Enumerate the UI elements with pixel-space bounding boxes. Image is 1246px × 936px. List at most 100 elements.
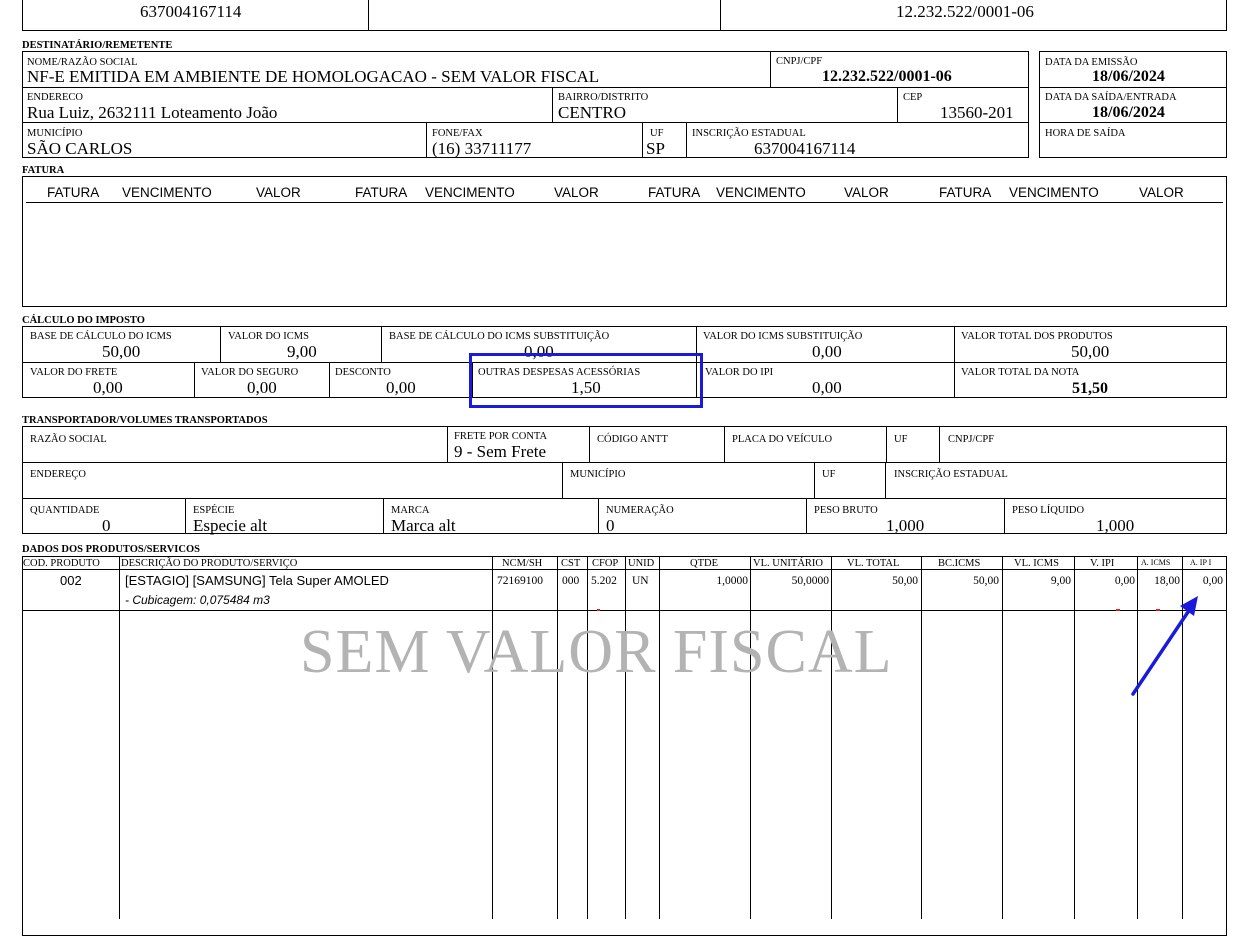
hora-saida-label: HORA DE SAÍDA: [1045, 128, 1126, 139]
cell-unid: UN: [632, 575, 649, 587]
section-fatura: FATURA: [22, 165, 65, 176]
marca-label: MARCA: [391, 505, 430, 516]
fatura-header: VENCIMENTO: [425, 185, 515, 200]
cell-aipi: 0,00: [1202, 575, 1223, 587]
divider: [814, 462, 815, 498]
divider: [724, 426, 725, 462]
col-header-vtotal: VL. TOTAL: [847, 558, 900, 569]
fone-value: (16) 33711177: [432, 139, 532, 158]
fatura-header: VALOR: [554, 185, 599, 200]
especie-label: ESPÉCIE: [193, 505, 235, 516]
divider: [589, 426, 590, 462]
divider: [185, 498, 186, 534]
emissao-value: 18/06/2024: [1092, 68, 1165, 85]
ie-label: INSCRIÇÃO ESTADUAL: [692, 128, 806, 139]
section-destinatario: DESTINATÁRIO/REMETENTE: [22, 40, 173, 51]
col-header-qtde: QTDE: [690, 558, 718, 569]
divider: [26, 202, 1223, 203]
v-prod-value: 50,00: [1071, 342, 1110, 361]
transp-uf2-label: UF: [822, 469, 836, 480]
bairro-value: CENTRO: [558, 103, 626, 122]
v-prod-label: VALOR TOTAL DOS PRODUTOS: [961, 331, 1113, 342]
ie-value: 637004167114: [754, 139, 856, 158]
col-header-unid: UNID: [628, 558, 655, 569]
quantidade-value: 0: [102, 516, 111, 535]
v-st-label: VALOR DO ICMS SUBSTITUIÇÃO: [703, 331, 863, 342]
quantidade-label: QUANTIDADE: [30, 505, 100, 516]
numeracao-value: 0: [606, 516, 615, 535]
divider: [806, 498, 807, 534]
frete-label: VALOR DO FRETE: [30, 367, 118, 378]
peso-liquido-label: PESO LÍQUIDO: [1012, 505, 1085, 516]
top-ie-value: 637004167114: [140, 2, 242, 21]
col-divider: [587, 556, 588, 919]
fatura-header: FATURA: [355, 185, 408, 200]
col-divider: [557, 556, 558, 919]
emissao-label: DATA DA EMISSÃO: [1045, 57, 1138, 68]
frete-value: 0,00: [93, 378, 123, 397]
bairro-label: BAIRRO/DISTRITO: [558, 92, 649, 103]
saida-value: 18/06/2024: [1092, 104, 1165, 121]
divider: [220, 326, 221, 362]
watermark: SEM VALOR FISCAL: [300, 618, 893, 686]
divider: [383, 498, 384, 534]
divider: [1039, 87, 1227, 88]
fatura-header: VENCIMENTO: [716, 185, 806, 200]
saida-label: DATA DA SAÍDA/ENTRADA: [1045, 92, 1177, 103]
bc-icms-value: 50,00: [102, 342, 141, 361]
divider: [770, 51, 771, 87]
municipio-label: MUNICÍPIO: [27, 128, 83, 139]
divider: [1039, 122, 1227, 123]
cell-desc: [ESTAGIO] [SAMSUNG] Tela Super AMOLED: [125, 573, 389, 588]
cep-label: CEP: [903, 92, 923, 103]
cell-bcicms: 50,00: [973, 575, 999, 587]
col-header-vicms: VL. ICMS: [1014, 558, 1059, 569]
col-divider: [625, 556, 626, 919]
desconto-value: 0,00: [386, 378, 416, 397]
transp-endereco-label: ENDEREÇO: [30, 469, 86, 480]
peso-bruto-label: PESO BRUTO: [814, 505, 878, 516]
seguro-value: 0,00: [247, 378, 277, 397]
numeracao-label: NUMERAÇÃO: [606, 505, 674, 516]
fatura-header: FATURA: [939, 185, 992, 200]
divider: [897, 87, 898, 122]
col-divider: [921, 556, 922, 919]
transp-antt-label: CÓDIGO ANTT: [597, 434, 668, 445]
transp-frete-label: FRETE POR CONTA: [454, 431, 548, 442]
highlight-rectangle: [469, 353, 703, 408]
divider: [552, 87, 553, 122]
fone-label: FONE/FAX: [432, 128, 483, 139]
section-transportador: TRANSPORTADOR/VOLUMES TRANSPORTADOS: [22, 415, 268, 426]
bc-icms-label: BASE DE CÁLCULO DO ICMS: [30, 331, 172, 342]
divider: [598, 498, 599, 534]
fatura-header: VENCIMENTO: [122, 185, 212, 200]
transp-razao-label: RAZÃO SOCIAL: [30, 434, 107, 445]
bc-st-label: BASE DE CÁLCULO DO ICMS SUBSTITUIÇÃO: [389, 331, 610, 342]
cnpj-value: 12.232.522/0001-06: [822, 68, 952, 85]
col-header-bcicms: BC.ICMS: [938, 558, 981, 569]
transp-placa-label: PLACA DO VEÍCULO: [732, 434, 833, 445]
divider: [22, 87, 1029, 88]
col-divider: [119, 556, 120, 919]
cell-cod: 002: [60, 573, 82, 588]
cell-cst: 000: [562, 575, 580, 587]
section-produtos: DADOS DOS PRODUTOS/SERVICOS: [22, 544, 200, 555]
top-cnpj-value: 12.232.522/0001-06: [896, 2, 1034, 21]
divider: [447, 426, 448, 462]
cell-cfop: 5.202: [591, 575, 617, 587]
endereco-value: Rua Luiz, 2632111 Loteamento João: [27, 103, 278, 122]
cell-vunit: 50,0000: [791, 575, 829, 587]
divider: [886, 426, 887, 462]
col-divider: [1002, 556, 1003, 919]
col-header-aipi: A. IP I: [1190, 558, 1212, 567]
col-header-vunit: VL. UNITÁRIO: [753, 558, 823, 569]
desconto-label: DESCONTO: [335, 367, 391, 378]
cell-vicms: 9,00: [1050, 575, 1071, 587]
uf-value: SP: [646, 139, 665, 158]
col-header-aicms: A. ICMS: [1141, 558, 1171, 567]
col-divider: [659, 556, 660, 919]
cell-desc-extra: - Cubicagem: 0,075484 m3: [125, 593, 270, 607]
divider: [642, 122, 643, 158]
divider: [22, 122, 1029, 123]
divider: [885, 462, 886, 498]
